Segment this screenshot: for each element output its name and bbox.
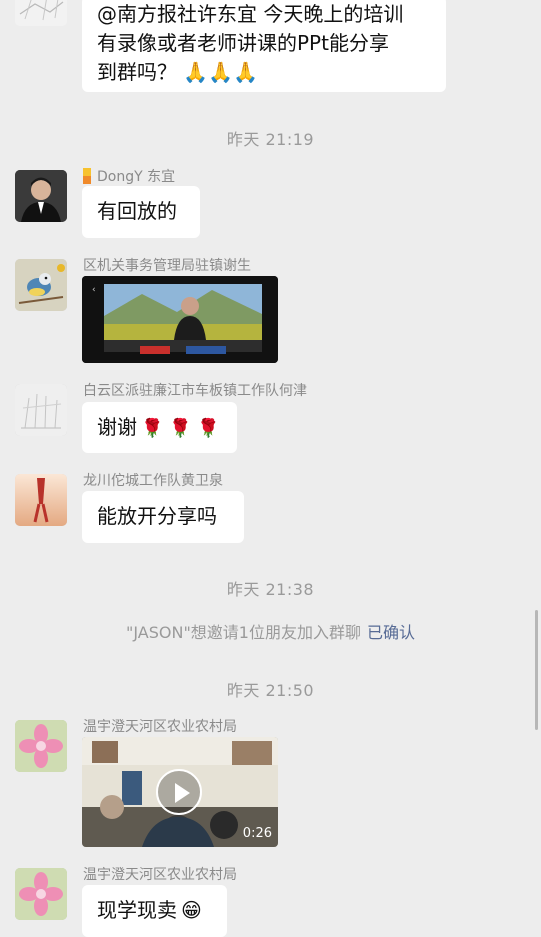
avatar-top[interactable] — [15, 0, 67, 26]
timestamp: 昨天 21:19 — [226, 130, 315, 149]
video-message[interactable]: 0:26 — [82, 737, 278, 847]
message-bubble[interactable]: 谢谢 🌹 🌹 🌹 — [82, 402, 237, 453]
image-message-lecture[interactable]: ‹ — [82, 276, 278, 363]
sender-name: 区机关事务管理局驻镇谢生 — [83, 258, 251, 274]
message-text-line: 有录像或者老师讲课的PPt能分享 — [97, 31, 389, 55]
message-text-line: 到群吗？ 🙏🙏🙏 — [97, 60, 259, 84]
avatar-flower[interactable] — [15, 720, 67, 772]
timestamp: 昨天 21:38 — [226, 580, 315, 599]
message-text: 谢谢 — [97, 415, 137, 439]
message-bubble[interactable]: @南方报社许东宜 今天晚上的培训 有录像或者老师讲课的PPt能分享 到群吗？ 🙏… — [82, 0, 446, 92]
message-bubble[interactable]: 有回放的 — [82, 186, 200, 238]
svg-text:‹: ‹ — [92, 285, 96, 295]
sender-name: 白云区派驻廉江市车板镇工作队何津 — [83, 383, 307, 399]
avatar-dongy[interactable] — [15, 170, 67, 222]
video-duration: 0:26 — [242, 826, 272, 841]
grinning-emoji: 😁 — [181, 898, 202, 922]
sender-name: 温宇澄天河区农业农村局 — [83, 719, 237, 735]
timestamp: 昨天 21:50 — [226, 681, 315, 700]
scrollbar[interactable] — [535, 610, 538, 730]
message-bubble[interactable]: 现学现卖 😁 — [82, 885, 227, 937]
sender-name: DongY 东宜 — [83, 166, 175, 186]
message-text: 有回放的 — [97, 199, 177, 223]
rank-badge-icon — [83, 168, 91, 184]
avatar-bird[interactable] — [15, 259, 67, 311]
system-notice-text: "JASON"想邀请1位朋友加入群聊 — [125, 623, 361, 642]
system-notice: "JASON"想邀请1位朋友加入群聊 已确认 — [0, 619, 541, 643]
message-bubble[interactable]: 能放开分享吗 — [82, 491, 244, 543]
play-icon[interactable] — [156, 769, 202, 815]
avatar-sketch[interactable] — [15, 384, 67, 436]
confirmed-link[interactable]: 已确认 — [367, 623, 415, 642]
rose-emoji: 🌹 🌹 🌹 — [141, 418, 220, 439]
message-text: 现学现卖 — [97, 898, 177, 922]
avatar-runner[interactable] — [15, 474, 67, 526]
sender-name: 龙川佗城工作队黄卫泉 — [83, 473, 223, 489]
message-text: 能放开分享吗 — [97, 504, 217, 528]
message-text-line: @南方报社许东宜 今天晚上的培训 — [97, 2, 404, 26]
avatar-flower[interactable] — [15, 868, 67, 920]
praying-hands-emoji: 🙏🙏🙏 — [183, 60, 259, 84]
sender-name: 温宇澄天河区农业农村局 — [83, 867, 237, 883]
